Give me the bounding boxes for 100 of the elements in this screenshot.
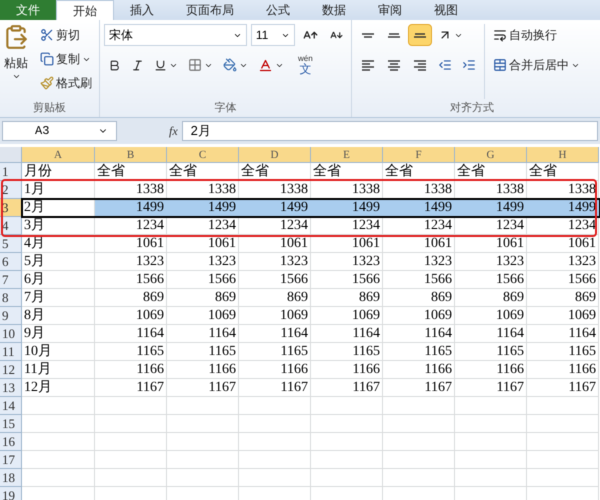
row-header[interactable]: 14 bbox=[0, 397, 22, 415]
ribbon-tab[interactable]: 插入 bbox=[114, 0, 170, 20]
table-cell bbox=[527, 469, 599, 487]
ribbon-tab[interactable]: 数据 bbox=[306, 0, 362, 20]
table-cell bbox=[95, 469, 167, 487]
table-cell: 6月 bbox=[22, 271, 95, 289]
align-button[interactable] bbox=[408, 24, 432, 46]
format-painter-button[interactable]: 格式刷 bbox=[36, 72, 96, 94]
table-cell: 10月 bbox=[22, 343, 95, 361]
table-cell: 1234 bbox=[455, 217, 527, 235]
row-header[interactable]: 9 bbox=[0, 307, 22, 325]
table-cell bbox=[311, 469, 383, 487]
table-cell: 1338 bbox=[239, 181, 311, 199]
table-cell bbox=[527, 415, 599, 433]
column-header[interactable]: E bbox=[311, 147, 383, 163]
table-cell: 1166 bbox=[383, 361, 455, 379]
column-header[interactable]: F bbox=[383, 147, 455, 163]
align-middle-icon bbox=[387, 32, 401, 38]
align-center-icon bbox=[387, 60, 401, 70]
copy-button[interactable]: 复制 bbox=[36, 48, 96, 70]
row-header[interactable]: 7 bbox=[0, 271, 22, 289]
font-name-field[interactable]: 宋体 bbox=[104, 24, 247, 46]
cut-button[interactable]: 剪切 bbox=[36, 24, 96, 46]
row-header[interactable]: 10 bbox=[0, 325, 22, 343]
table-cell bbox=[239, 433, 311, 451]
table-cell: 1069 bbox=[239, 307, 311, 325]
table-cell: 1167 bbox=[167, 379, 239, 397]
table-cell: 1234 bbox=[239, 217, 311, 235]
table-cell: 1167 bbox=[383, 379, 455, 397]
table-cell: 1323 bbox=[527, 253, 599, 271]
font-size-field[interactable]: 11 bbox=[250, 24, 295, 46]
italic-icon bbox=[131, 58, 144, 72]
table-cell: 1061 bbox=[311, 235, 383, 253]
column-header[interactable]: D bbox=[239, 147, 311, 163]
table-cell: 869 bbox=[311, 289, 383, 307]
table-cell: 1566 bbox=[527, 271, 599, 289]
merge-center-button[interactable]: 合并后居中 bbox=[489, 54, 584, 76]
ribbon-tab[interactable]: 页面布局 bbox=[170, 0, 250, 20]
table-cell bbox=[455, 469, 527, 487]
file-tab[interactable]: 文件 bbox=[0, 0, 56, 20]
table-cell: 月份 bbox=[22, 163, 95, 181]
table-cell: 12月 bbox=[22, 379, 95, 397]
paste-button[interactable]: 粘贴 bbox=[0, 24, 32, 99]
name-box[interactable]: A3 bbox=[2, 121, 117, 141]
phonetic-guide-button[interactable]: wén 文 bbox=[294, 55, 317, 75]
table-cell: 1323 bbox=[239, 253, 311, 271]
ribbon-tab[interactable]: 视图 bbox=[418, 0, 474, 20]
row-header[interactable]: 12 bbox=[0, 361, 22, 379]
table-cell: 全省 bbox=[167, 163, 239, 181]
table-cell: 1166 bbox=[527, 361, 599, 379]
row-header[interactable]: 6 bbox=[0, 253, 22, 271]
row-header[interactable]: 8 bbox=[0, 289, 22, 307]
row-header[interactable]: 13 bbox=[0, 379, 22, 397]
ribbon-tab[interactable]: 公式 bbox=[250, 0, 306, 20]
table-cell: 1338 bbox=[383, 181, 455, 199]
row-header[interactable]: 11 bbox=[0, 343, 22, 361]
column-header[interactable]: H bbox=[527, 147, 599, 163]
table-cell: 1165 bbox=[167, 343, 239, 361]
table-cell: 1234 bbox=[167, 217, 239, 235]
formula-field[interactable]: 2月 bbox=[182, 121, 598, 141]
table-cell: 全省 bbox=[239, 163, 311, 181]
row-header[interactable]: 15 bbox=[0, 415, 22, 433]
table-cell: 1165 bbox=[455, 343, 527, 361]
table-cell: 1164 bbox=[455, 325, 527, 343]
table-cell: 1566 bbox=[95, 271, 167, 289]
ribbon-tab[interactable]: 开始 bbox=[56, 0, 114, 20]
table-cell bbox=[167, 397, 239, 415]
align-left-icon bbox=[361, 60, 375, 70]
row-header[interactable]: 19 bbox=[0, 487, 22, 500]
row-header[interactable]: 1 bbox=[0, 163, 22, 181]
row-header[interactable]: 5 bbox=[0, 235, 22, 253]
ribbon-tab[interactable]: 审阅 bbox=[362, 0, 418, 20]
table-cell: 1323 bbox=[455, 253, 527, 271]
table-cell bbox=[167, 451, 239, 469]
table-cell: 1167 bbox=[527, 379, 599, 397]
table-cell: 1061 bbox=[239, 235, 311, 253]
table-cell: 1323 bbox=[95, 253, 167, 271]
wrap-text-icon bbox=[493, 28, 507, 42]
table-cell: 1167 bbox=[95, 379, 167, 397]
column-header[interactable]: B bbox=[95, 147, 167, 163]
column-header[interactable]: G bbox=[455, 147, 527, 163]
wrap-text-button[interactable]: 自动换行 bbox=[489, 24, 584, 46]
table-cell bbox=[383, 451, 455, 469]
row-header[interactable]: 17 bbox=[0, 451, 22, 469]
table-cell bbox=[383, 397, 455, 415]
column-header[interactable]: C bbox=[167, 147, 239, 163]
row-header[interactable]: 18 bbox=[0, 469, 22, 487]
table-cell: 1167 bbox=[311, 379, 383, 397]
row-header[interactable]: 2 bbox=[0, 181, 22, 199]
table-cell: 1165 bbox=[239, 343, 311, 361]
fx-label[interactable]: fx bbox=[169, 122, 178, 140]
table-cell: 1323 bbox=[167, 253, 239, 271]
row-header[interactable]: 4 bbox=[0, 217, 22, 235]
align-bottom-icon bbox=[413, 32, 427, 38]
table-cell: 1234 bbox=[527, 217, 599, 235]
row-header[interactable]: 16 bbox=[0, 433, 22, 451]
table-cell: 1069 bbox=[383, 307, 455, 325]
column-header[interactable]: A bbox=[22, 147, 95, 163]
table-cell: 1164 bbox=[527, 325, 599, 343]
table-cell: 1061 bbox=[527, 235, 599, 253]
